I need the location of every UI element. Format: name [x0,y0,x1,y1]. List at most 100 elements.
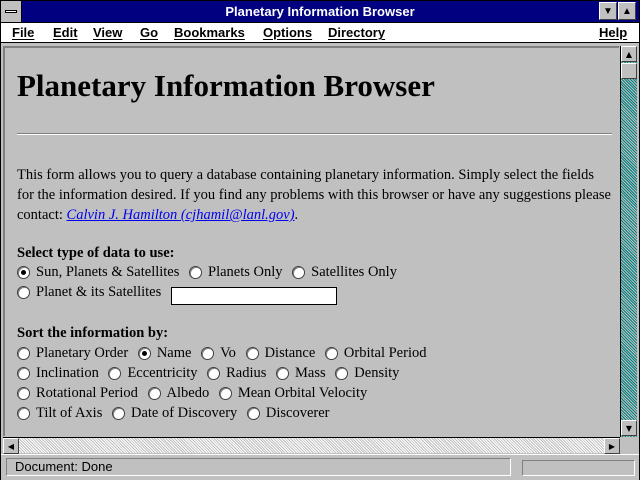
sort-orbital-period[interactable]: Orbital Period [324,345,427,362]
radio-sort-albedo[interactable] [147,387,161,400]
intro-paragraph: This form allows you to query a database… [17,165,613,225]
option-label: Distance [264,345,316,361]
vertical-scrollbar[interactable]: ▲ ▼ [620,46,637,437]
option-label: Orbital Period [343,345,427,361]
menu-go[interactable]: Go [140,25,158,40]
radio-sort-radius[interactable] [207,367,221,380]
maximize-button[interactable]: ▲ [618,2,636,20]
radio-sort-name[interactable] [137,347,151,360]
radio-sort-mass[interactable] [276,367,290,380]
sort-radius[interactable]: Radius [207,365,266,382]
sort-rotational-period[interactable]: Rotational Period [17,385,138,402]
sort-density[interactable]: Density [335,365,399,382]
option-label: Discoverer [265,405,330,421]
scrollbar-corner [620,437,637,453]
sort-row-1: Planetary Order Name Vo Distance Orbital… [17,345,432,365]
sort-distance[interactable]: Distance [245,345,316,362]
radio-satellites-only[interactable] [292,266,306,279]
radio-sort-orbital-period[interactable] [324,347,338,360]
sort-discoverer[interactable]: Discoverer [246,405,330,422]
radio-sort-planetary-order[interactable] [17,347,30,360]
data-type-row-2: Planet & its Satellites [17,284,338,305]
minimize-button[interactable]: ▼ [599,2,617,20]
option-label: Date of Discovery [130,405,238,421]
arrow-up-icon: ▲ [625,49,633,59]
sort-eccentricity[interactable]: Eccentricity [108,365,198,382]
option-label: Density [354,365,400,381]
menu-help[interactable]: Help [599,25,627,40]
menu-edit[interactable]: Edit [53,25,78,40]
sort-mass[interactable]: Mass [276,365,326,382]
title-bar: Planetary Information Browser ▼ ▲ [1,1,639,23]
data-type-label: Select type of data to use: [17,245,175,261]
radio-sort-distance[interactable] [245,347,259,360]
option-label: Eccentricity [127,365,198,381]
radio-sort-rotational-period[interactable] [17,387,30,400]
option-label: Planet & its Satellites [36,284,162,300]
horizontal-rule [17,133,612,135]
radio-sort-vo[interactable] [201,347,215,360]
option-label: Satellites Only [311,264,397,280]
radio-sort-discoverer[interactable] [246,407,260,420]
planet-name-input[interactable] [171,286,338,305]
menu-options[interactable]: Options [263,25,312,40]
scroll-left-button[interactable]: ◀ [3,438,19,454]
sort-tilt-of-axis[interactable]: Tilt of Axis [17,405,102,422]
radio-planet-and-satellites[interactable] [17,286,30,299]
sort-mean-orbital-velocity[interactable]: Mean Orbital Velocity [218,385,368,402]
status-text: Document: Done [6,458,511,476]
sort-planetary-order[interactable]: Planetary Order [17,345,128,362]
sort-vo[interactable]: Vo [201,345,236,362]
window-title: Planetary Information Browser [225,4,415,19]
radio-sort-density[interactable] [335,367,349,380]
radio-planets-only[interactable] [189,266,203,279]
menu-file[interactable]: File [12,25,34,40]
menu-directory[interactable]: Directory [328,25,385,40]
system-menu-button[interactable] [1,1,22,22]
sort-row-4: Tilt of Axis Date of Discovery Discovere… [17,405,336,425]
option-satellites-only[interactable]: Satellites Only [292,264,397,281]
option-label: Tilt of Axis [36,405,103,421]
option-planets-only[interactable]: Planets Only [189,264,283,281]
sort-name[interactable]: Name [137,345,191,362]
scroll-right-button[interactable]: ▶ [604,438,620,454]
data-type-row-1: Sun, Planets & Satellites Planets Only S… [17,264,403,284]
menu-bar: File Edit View Go Bookmarks Options Dire… [1,23,639,43]
option-label: Mean Orbital Velocity [237,385,368,401]
sort-albedo[interactable]: Albedo [147,385,209,402]
option-label: Mass [295,365,326,381]
arrow-left-icon: ◀ [7,441,15,451]
radio-sun-planets-satellites[interactable] [17,266,30,279]
scroll-down-button[interactable]: ▼ [621,420,637,436]
arrow-right-icon: ▶ [608,441,616,451]
sort-date-of-discovery[interactable]: Date of Discovery [111,405,238,422]
radio-sort-eccentricity[interactable] [108,367,122,380]
sort-row-2: Inclination Eccentricity Radius Mass Den… [17,365,405,385]
radio-sort-tilt-of-axis[interactable] [17,407,30,420]
option-planet-and-satellites[interactable]: Planet & its Satellites [17,284,161,301]
menu-view[interactable]: View [93,25,122,40]
arrow-down-icon: ▼ [625,423,633,433]
horizontal-scrollbar[interactable]: ◀ ▶ [3,437,620,454]
option-sun-planets-satellites[interactable]: Sun, Planets & Satellites [17,264,179,281]
browser-window: Planetary Information Browser ▼ ▲ File E… [0,0,640,480]
sort-inclination[interactable]: Inclination [17,365,99,382]
radio-sort-date-of-discovery[interactable] [111,407,125,420]
status-bar: Document: Done [1,454,639,480]
maximize-icon: ▲ [622,5,632,17]
scroll-up-button[interactable]: ▲ [621,46,637,62]
option-label: Inclination [36,365,99,381]
vertical-scroll-thumb[interactable] [621,63,637,79]
progress-indicator [522,460,635,476]
page-title: Planetary Information Browser [17,68,435,103]
option-label: Radius [226,365,267,381]
option-label: Rotational Period [36,385,138,401]
option-label: Vo [220,345,236,361]
intro-end: . [294,207,299,223]
contact-link[interactable]: Calvin J. Hamilton (cjhamil@lanl.gov) [67,207,295,223]
radio-sort-inclination[interactable] [17,367,30,380]
option-label: Planets Only [208,264,283,280]
menu-bookmarks[interactable]: Bookmarks [174,25,245,40]
radio-sort-mean-orbital-velocity[interactable] [218,387,232,400]
minimize-icon: ▼ [603,5,613,17]
